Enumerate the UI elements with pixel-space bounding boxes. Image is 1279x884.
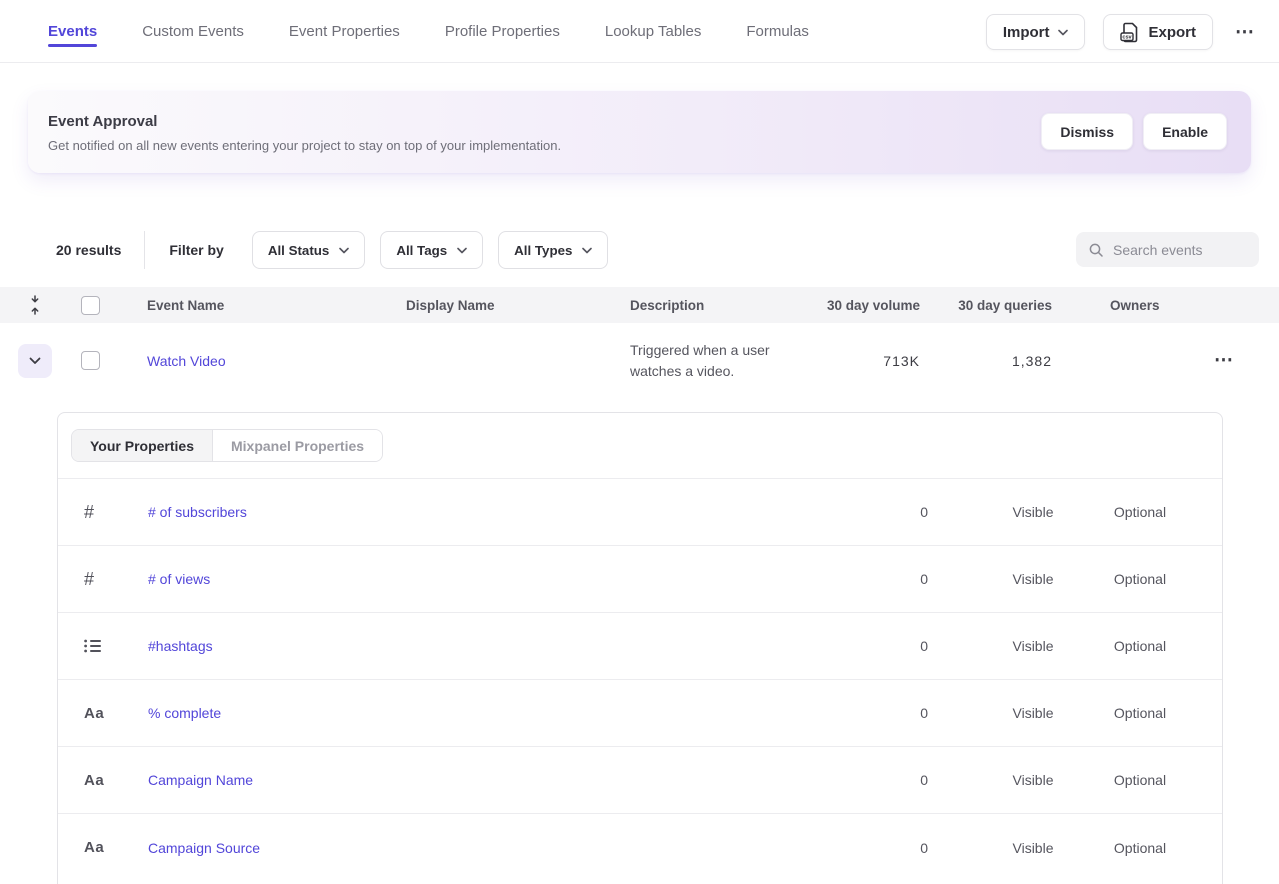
chevron-down-icon	[582, 247, 592, 254]
property-volume: 0	[848, 638, 928, 654]
text-type-icon: Aa	[58, 705, 148, 722]
import-button[interactable]: Import	[986, 14, 1086, 50]
chevron-down-icon	[457, 247, 467, 254]
properties-panel: Your Properties Mixpanel Properties # # …	[57, 412, 1223, 884]
tab-your-properties[interactable]: Your Properties	[72, 430, 213, 461]
properties-tab-switcher: Your Properties Mixpanel Properties	[71, 429, 383, 462]
svg-text:csv: csv	[1123, 34, 1133, 40]
property-row: #hashtags 0 Visible Optional	[58, 613, 1222, 680]
status-filter-label: All Status	[268, 243, 329, 258]
property-row: # # of views 0 Visible Optional	[58, 546, 1222, 613]
property-visibility: Visible	[978, 504, 1088, 520]
property-requirement: Optional	[1088, 504, 1192, 520]
search-input[interactable]	[1113, 242, 1243, 258]
property-name-link[interactable]: #hashtags	[148, 638, 848, 654]
property-volume: 0	[848, 772, 928, 788]
results-count: 20 results	[56, 242, 121, 258]
select-all-checkbox[interactable]	[81, 296, 100, 315]
property-volume: 0	[848, 504, 928, 520]
header-30-day-queries: 30 day queries	[920, 298, 1052, 313]
property-name-link[interactable]: Campaign Name	[148, 772, 848, 788]
property-volume: 0	[848, 571, 928, 587]
property-requirement: Optional	[1088, 705, 1192, 721]
header-owners: Owners	[1052, 298, 1172, 313]
filter-bar: 20 results Filter by All Status All Tags…	[56, 230, 623, 270]
property-name-link[interactable]: % complete	[148, 705, 848, 721]
text-type-icon: Aa	[58, 839, 148, 856]
properties-tabs-row: Your Properties Mixpanel Properties	[58, 413, 1222, 479]
property-requirement: Optional	[1088, 638, 1192, 654]
tab-event-properties[interactable]: Event Properties	[289, 2, 400, 60]
nav-tabs: Events Custom Events Event Properties Pr…	[48, 2, 809, 60]
chevron-down-icon	[339, 247, 349, 254]
property-requirement: Optional	[1088, 840, 1192, 856]
filter-by-label: Filter by	[169, 242, 223, 258]
header-description: Description	[630, 298, 820, 313]
property-row: # # of subscribers 0 Visible Optional	[58, 479, 1222, 546]
row-checkbox[interactable]	[81, 351, 100, 370]
property-requirement: Optional	[1088, 772, 1192, 788]
tab-custom-events[interactable]: Custom Events	[142, 2, 244, 60]
header-display-name: Display Name	[406, 298, 630, 313]
search-icon	[1088, 242, 1104, 258]
banner-actions: Dismiss Enable	[1041, 113, 1227, 150]
property-name-link[interactable]: # of views	[148, 571, 848, 587]
enable-button[interactable]: Enable	[1143, 113, 1227, 150]
property-row: Aa Campaign Name 0 Visible Optional	[58, 747, 1222, 814]
row-more-icon[interactable]: ⋯	[1210, 349, 1238, 372]
property-volume: 0	[848, 840, 928, 856]
nav-actions: Import csv Export ⋯	[986, 14, 1259, 50]
header-30-day-volume: 30 day volume	[820, 298, 920, 313]
row-expander-button[interactable]	[18, 344, 52, 378]
event-approval-banner: Event Approval Get notified on all new e…	[28, 91, 1251, 173]
dismiss-button[interactable]: Dismiss	[1041, 113, 1133, 150]
header-event-name: Event Name	[147, 298, 406, 313]
top-nav: Events Custom Events Event Properties Pr…	[0, 0, 1279, 63]
number-type-icon: #	[58, 502, 148, 523]
property-requirement: Optional	[1088, 571, 1192, 587]
export-button-label: Export	[1148, 24, 1196, 41]
banner-subtitle: Get notified on all new events entering …	[48, 138, 561, 153]
export-button[interactable]: csv Export	[1103, 14, 1213, 50]
property-name-link[interactable]: # of subscribers	[148, 504, 848, 520]
list-type-icon	[58, 639, 148, 653]
csv-file-icon: csv	[1120, 22, 1139, 43]
description-cell: Triggered when a user watches a video.	[630, 340, 802, 382]
tab-events[interactable]: Events	[48, 2, 97, 60]
property-visibility: Visible	[978, 840, 1088, 856]
property-visibility: Visible	[978, 705, 1088, 721]
property-name-link[interactable]: Campaign Source	[148, 840, 848, 856]
tab-lookup-tables[interactable]: Lookup Tables	[605, 2, 701, 60]
chevron-down-icon	[29, 357, 41, 365]
property-row: Aa % complete 0 Visible Optional	[58, 680, 1222, 747]
types-filter-label: All Types	[514, 243, 572, 258]
status-filter-dropdown[interactable]: All Status	[252, 231, 365, 269]
tags-filter-label: All Tags	[396, 243, 447, 258]
banner-title: Event Approval	[48, 113, 157, 130]
table-header: Event Name Display Name Description 30 d…	[0, 287, 1279, 323]
volume-cell: 713K	[820, 353, 920, 369]
tab-formulas[interactable]: Formulas	[746, 2, 809, 60]
property-visibility: Visible	[978, 571, 1088, 587]
tags-filter-dropdown[interactable]: All Tags	[380, 231, 483, 269]
property-visibility: Visible	[978, 638, 1088, 654]
import-button-label: Import	[1003, 24, 1050, 41]
types-filter-dropdown[interactable]: All Types	[498, 231, 608, 269]
divider	[144, 231, 145, 269]
text-type-icon: Aa	[58, 772, 148, 789]
property-visibility: Visible	[978, 772, 1088, 788]
tab-mixpanel-properties[interactable]: Mixpanel Properties	[213, 430, 382, 461]
tab-profile-properties[interactable]: Profile Properties	[445, 2, 560, 60]
event-name-link[interactable]: Watch Video	[147, 353, 226, 369]
number-type-icon: #	[58, 569, 148, 590]
property-volume: 0	[848, 705, 928, 721]
collapse-all-icon[interactable]	[28, 294, 42, 316]
chevron-down-icon	[1058, 29, 1068, 36]
search-box	[1076, 232, 1259, 267]
property-row: Aa Campaign Source 0 Visible Optional	[58, 814, 1222, 881]
table-row: Watch Video Triggered when a user watche…	[0, 323, 1279, 398]
nav-more-icon[interactable]: ⋯	[1231, 21, 1259, 44]
queries-cell: 1,382	[920, 353, 1052, 369]
